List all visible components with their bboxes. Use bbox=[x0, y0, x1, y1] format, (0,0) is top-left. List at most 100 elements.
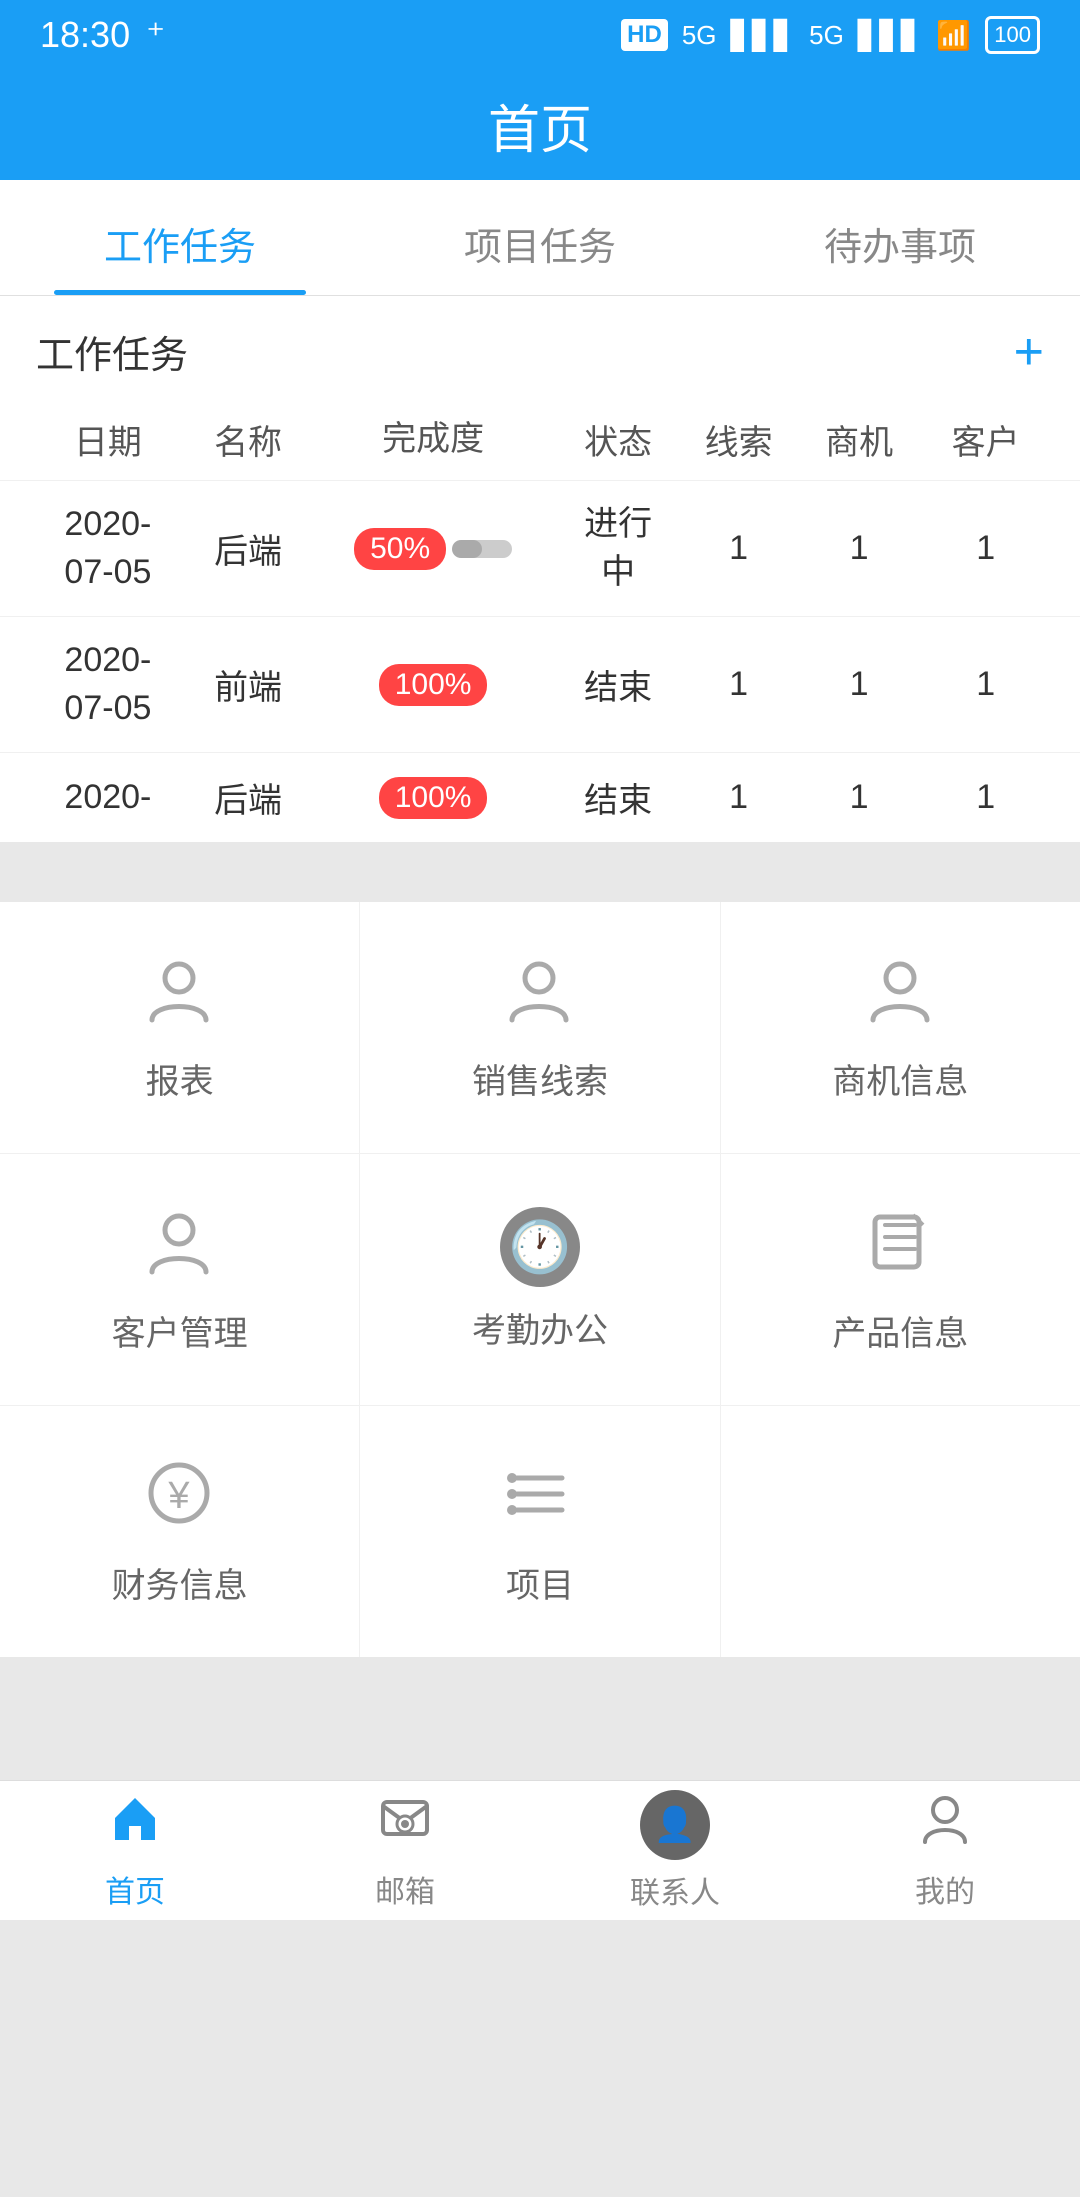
col-leads: 线索 bbox=[678, 399, 798, 481]
project-icon bbox=[502, 1456, 577, 1542]
row1-customer: 1 bbox=[919, 481, 1080, 617]
time-display: 18:30 bbox=[40, 14, 130, 56]
table-row[interactable]: 2020-07-05 后端 50% 进行中 1 1 1 bbox=[0, 481, 1080, 617]
progress-pill-1: 50% bbox=[354, 528, 446, 570]
home-icon bbox=[107, 1790, 163, 1859]
signal-bars2: ▋▋▋ bbox=[858, 19, 923, 52]
row1-name: 后端 bbox=[188, 481, 308, 617]
row1-status: 进行中 bbox=[558, 481, 678, 617]
page-header: 首页 bbox=[0, 70, 1080, 180]
finance-icon: ¥ bbox=[142, 1456, 217, 1542]
row2-date: 2020-07-05 bbox=[0, 617, 188, 753]
menu-item-empty bbox=[721, 1406, 1080, 1657]
col-progress: 完成度 bbox=[308, 399, 558, 481]
menu-row-3: ¥ 财务信息 项目 bbox=[0, 1406, 1080, 1657]
svg-text:¥: ¥ bbox=[168, 1475, 191, 1517]
row1-progress: 50% bbox=[308, 481, 558, 617]
attendance-icon: 🕐 bbox=[500, 1207, 580, 1287]
customer-mgmt-icon bbox=[142, 1204, 217, 1290]
menu-label-project: 项目 bbox=[506, 1558, 574, 1607]
signal-icon: ⁺ bbox=[146, 14, 165, 56]
col-date: 日期 bbox=[0, 399, 188, 481]
sales-leads-icon bbox=[502, 952, 577, 1038]
row3-date: 2020- bbox=[0, 753, 188, 843]
progress-bar-1 bbox=[452, 540, 512, 558]
row1-date: 2020-07-05 bbox=[0, 481, 188, 617]
row2-name: 前端 bbox=[188, 617, 308, 753]
nav-mine[interactable]: 我的 bbox=[810, 1781, 1080, 1920]
5g-icon1: 5G bbox=[682, 20, 717, 51]
menu-item-customer-mgmt[interactable]: 客户管理 bbox=[0, 1154, 360, 1405]
row3-leads: 1 bbox=[678, 753, 798, 843]
nav-contact[interactable]: 👤 联系人 bbox=[540, 1781, 810, 1920]
nav-mine-label: 我的 bbox=[915, 1867, 975, 1911]
menu-label-customer-mgmt: 客户管理 bbox=[112, 1306, 248, 1355]
table-header-row: 日期 名称 完成度 状态 线索 商机 客户 bbox=[0, 399, 1080, 481]
add-task-button[interactable]: + bbox=[1014, 326, 1044, 378]
task-table: 日期 名称 完成度 状态 线索 商机 客户 2020-07-05 后端 50% bbox=[0, 399, 1080, 842]
menu-label-sales-leads: 销售线索 bbox=[472, 1054, 608, 1103]
nav-home[interactable]: 首页 bbox=[0, 1781, 270, 1920]
battery-level: 100 bbox=[994, 22, 1031, 47]
menu-row-2: 客户管理 🕐 考勤办公 产品信息 bbox=[0, 1154, 1080, 1406]
menu-item-attendance[interactable]: 🕐 考勤办公 bbox=[360, 1154, 720, 1405]
tab-bar: 工作任务 项目任务 待办事项 bbox=[0, 180, 1080, 296]
table-row[interactable]: 2020- 后端 100% 结束 1 1 1 bbox=[0, 753, 1080, 843]
menu-label-opportunity: 商机信息 bbox=[832, 1054, 968, 1103]
col-customer: 客户 bbox=[919, 399, 1080, 481]
opportunity-icon bbox=[863, 952, 938, 1038]
page-title: 首页 bbox=[488, 88, 592, 163]
menu-item-sales-leads[interactable]: 销售线索 bbox=[360, 902, 720, 1153]
row2-customer: 1 bbox=[919, 617, 1080, 753]
menu-grid: 报表 销售线索 商机信息 bbox=[0, 902, 1080, 1657]
progress-pill-3: 100% bbox=[379, 777, 488, 819]
row1-leads: 1 bbox=[678, 481, 798, 617]
tab-work-task[interactable]: 工作任务 bbox=[0, 180, 360, 295]
menu-item-opportunity[interactable]: 商机信息 bbox=[721, 902, 1080, 1153]
row3-progress: 100% bbox=[308, 753, 558, 843]
task-card: 工作任务 + 日期 名称 完成度 状态 线索 商机 客户 2020-07-05 … bbox=[0, 296, 1080, 842]
col-name: 名称 bbox=[188, 399, 308, 481]
task-card-header: 工作任务 + bbox=[0, 296, 1080, 399]
nav-spacer bbox=[0, 2057, 1080, 2197]
nav-home-label: 首页 bbox=[105, 1867, 165, 1911]
bottom-nav: 首页 邮箱 👤 联系人 我的 bbox=[0, 1780, 1080, 1920]
wifi-icon: 📶 bbox=[936, 19, 971, 52]
row1-opportunity: 1 bbox=[799, 481, 919, 617]
menu-row-1: 报表 销售线索 商机信息 bbox=[0, 902, 1080, 1154]
menu-label-product-info: 产品信息 bbox=[832, 1306, 968, 1355]
gray-divider bbox=[0, 842, 1080, 902]
5g-icon2: 5G bbox=[809, 20, 844, 51]
user-icon bbox=[917, 1790, 973, 1859]
menu-item-product-info[interactable]: 产品信息 bbox=[721, 1154, 1080, 1405]
contact-icon: 👤 bbox=[640, 1790, 710, 1860]
tab-pending[interactable]: 待办事项 bbox=[720, 180, 1080, 295]
nav-mailbox[interactable]: 邮箱 bbox=[270, 1781, 540, 1920]
mailbox-icon bbox=[377, 1790, 433, 1859]
nav-contact-label: 联系人 bbox=[630, 1868, 720, 1912]
row3-customer: 1 bbox=[919, 753, 1080, 843]
nav-mailbox-label: 邮箱 bbox=[375, 1867, 435, 1911]
task-card-title: 工作任务 bbox=[36, 324, 188, 379]
status-right: HD 5G ▋▋▋ 5G ▋▋▋ 📶 100 bbox=[621, 16, 1040, 54]
menu-item-project[interactable]: 项目 bbox=[360, 1406, 720, 1657]
row3-status: 结束 bbox=[558, 753, 678, 843]
row2-status: 结束 bbox=[558, 617, 678, 753]
col-opportunity: 商机 bbox=[799, 399, 919, 481]
row3-name: 后端 bbox=[188, 753, 308, 843]
menu-item-reports[interactable]: 报表 bbox=[0, 902, 360, 1153]
reports-icon bbox=[142, 952, 217, 1038]
status-bar: 18:30 ⁺ HD 5G ▋▋▋ 5G ▋▋▋ 📶 100 bbox=[0, 0, 1080, 70]
menu-label-reports: 报表 bbox=[146, 1054, 214, 1103]
menu-item-finance[interactable]: ¥ 财务信息 bbox=[0, 1406, 360, 1657]
progress-pill-2: 100% bbox=[379, 664, 488, 706]
product-info-icon bbox=[863, 1205, 938, 1290]
row2-opportunity: 1 bbox=[799, 617, 919, 753]
col-status: 状态 bbox=[558, 399, 678, 481]
status-time: 18:30 ⁺ bbox=[40, 14, 165, 56]
menu-label-attendance: 考勤办公 bbox=[472, 1303, 608, 1352]
row3-opportunity: 1 bbox=[799, 753, 919, 843]
tab-project-task[interactable]: 项目任务 bbox=[360, 180, 720, 295]
table-row[interactable]: 2020-07-05 前端 100% 结束 1 1 1 bbox=[0, 617, 1080, 753]
battery-indicator: 100 bbox=[985, 16, 1040, 54]
